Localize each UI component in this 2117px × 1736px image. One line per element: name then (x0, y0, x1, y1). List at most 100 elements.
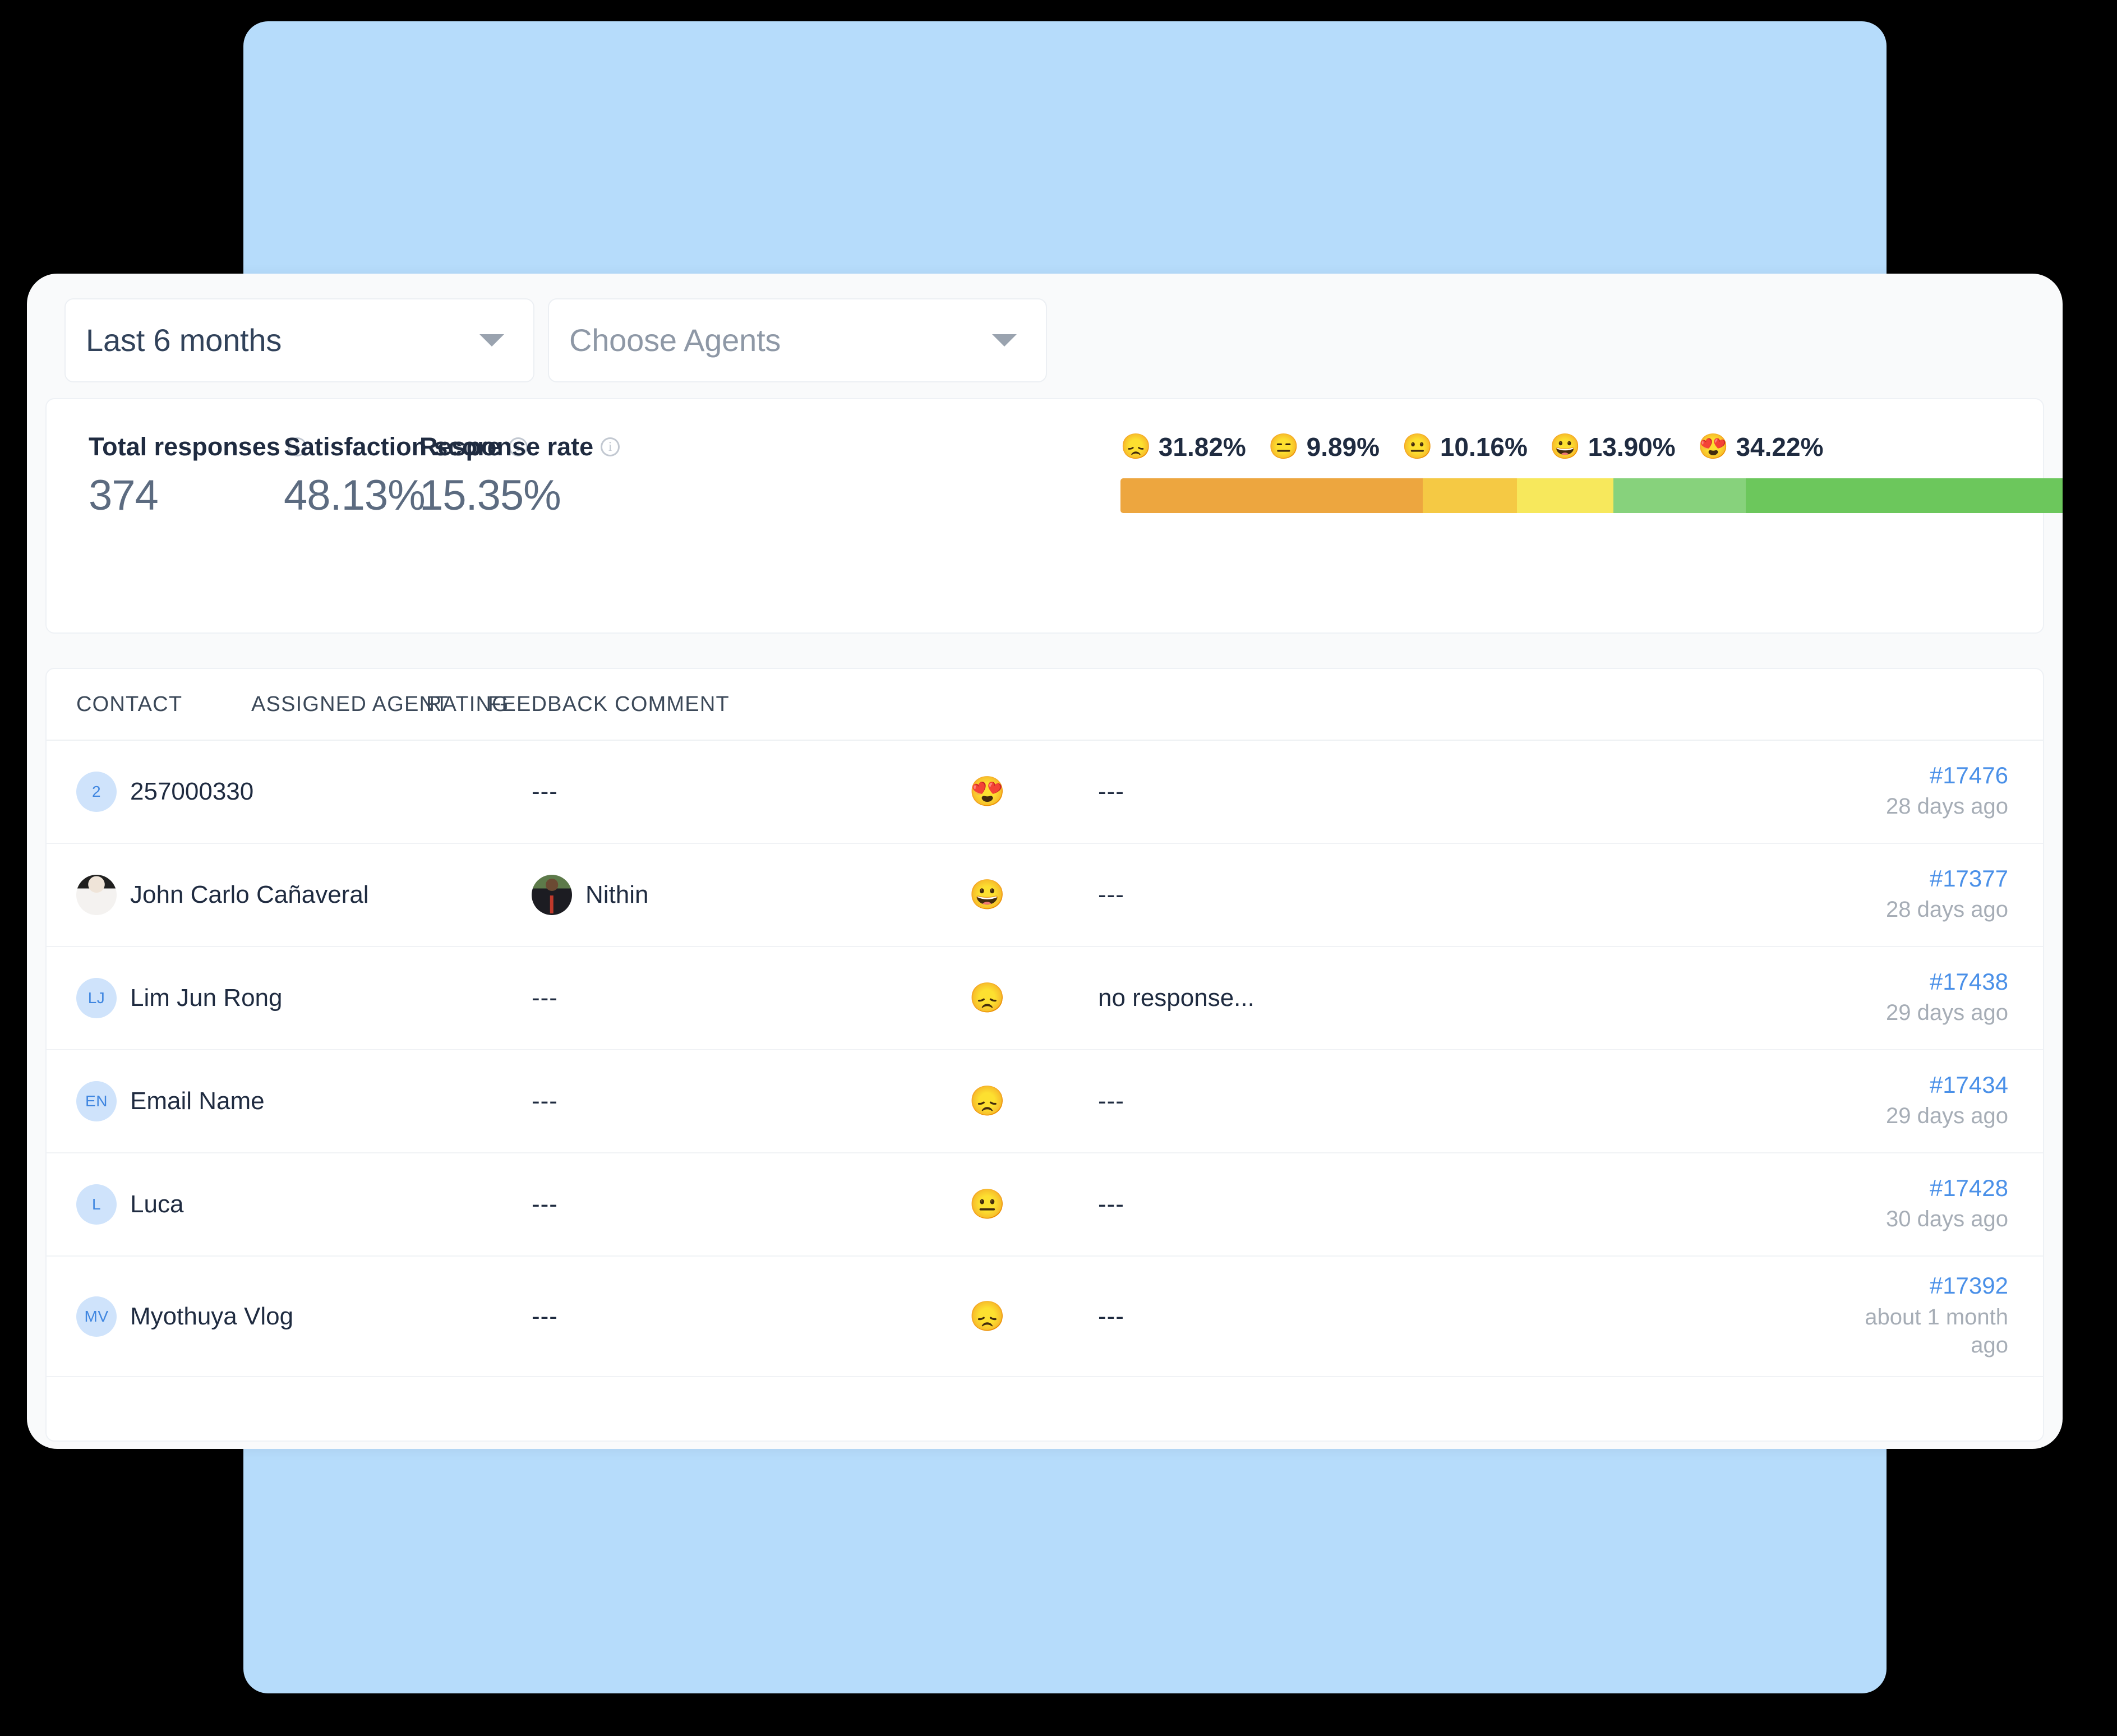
rating-cell: 😞 (969, 1087, 1098, 1116)
ticket-cell: #17377 28 days ago (1858, 866, 2043, 924)
legend-entry-heart-eyes: 😍 34.22% (1698, 434, 1824, 460)
distribution-segment-grinning (1613, 478, 1746, 513)
ticket-link[interactable]: #17476 (1930, 763, 2008, 788)
table-row[interactable]: L Luca --- 😐 --- #17428 30 days ago (47, 1153, 2043, 1257)
disappointed-emoji: 😞 (1120, 433, 1151, 460)
assigned-agent-cell: --- (532, 1087, 969, 1115)
legend-percent: 9.89% (1306, 432, 1380, 461)
chevron-down-icon (479, 334, 504, 347)
feedback-comment-cell: --- (1098, 1303, 1858, 1331)
ticket-link[interactable]: #17428 (1930, 1175, 2008, 1201)
expressionless-emoji: 😑 (1268, 433, 1299, 460)
assigned-agent-cell: Nithin (532, 875, 969, 915)
contact-cell: MV Myothuya Vlog (76, 1296, 532, 1337)
metric-label: Satisfaction score i (284, 434, 528, 459)
ticket-cell: #17476 28 days ago (1858, 763, 2043, 820)
contact-cell: John Carlo Cañaveral (76, 875, 532, 915)
rating-cell: 😐 (969, 1190, 1098, 1219)
ticket-cell: #17428 30 days ago (1858, 1175, 2043, 1233)
feedback-comment-cell: --- (1098, 1087, 1858, 1115)
avatar: 2 (76, 772, 117, 812)
contact-name: Email Name (130, 1087, 265, 1115)
contact-name: Lim Jun Rong (130, 984, 283, 1012)
avatar: EN (76, 1081, 117, 1121)
info-icon[interactable]: i (601, 437, 620, 456)
ticket-link[interactable]: #17434 (1930, 1072, 2008, 1097)
rating-distribution: 😞 31.82% 😑 9.89% 😐 10.16% 😀 13.90% 😍 34.… (1120, 434, 2063, 513)
date-range-select[interactable]: Last 6 months (64, 298, 534, 382)
ticket-timestamp: 28 days ago (1886, 897, 2008, 922)
agent-avatar (532, 875, 572, 915)
distribution-segment-expressionless (1423, 478, 1518, 513)
comment-empty: --- (1098, 1087, 1124, 1115)
rating-distribution-legend: 😞 31.82% 😑 9.89% 😐 10.16% 😀 13.90% 😍 34.… (1120, 434, 2007, 460)
ticket-link[interactable]: #17392 (1930, 1273, 2008, 1298)
disappointed-emoji: 😞 (969, 982, 1006, 1014)
grinning-emoji: 😀 (1549, 433, 1581, 460)
ticket-link[interactable]: #17377 (1930, 866, 2008, 891)
table-header-row: CONTACT ASSIGNED AGENT RATING FEEDBACK C… (47, 669, 2043, 741)
rating-cell: 😍 (969, 777, 1098, 806)
avatar: MV (76, 1296, 117, 1337)
neutral-emoji: 😐 (1402, 433, 1433, 460)
metric-response-rate: Response rate i 15.35% (419, 434, 620, 519)
table-row[interactable]: John Carlo Cañaveral Nithin 😀 --- #17377 28 d… (47, 844, 2043, 947)
metric-value: 48.13% (284, 472, 426, 519)
legend-entry-disappointed: 😞 31.82% (1120, 434, 1246, 460)
agent-empty: --- (532, 1190, 558, 1218)
feedback-comment-cell: no response... (1098, 984, 1858, 1012)
table-row[interactable]: 2 257000330 --- 😍 --- #17476 28 days ago (47, 741, 2043, 844)
legend-entry-neutral: 😐 10.16% (1402, 434, 1528, 460)
legend-percent: 34.22% (1736, 432, 1824, 461)
contact-cell: L Luca (76, 1184, 532, 1225)
contact-name: Luca (130, 1190, 184, 1218)
ticket-timestamp: 29 days ago (1886, 1104, 2008, 1129)
legend-entry-expressionless: 😑 9.89% (1269, 434, 1380, 460)
comment-empty: --- (1098, 1302, 1124, 1330)
contact-name: John Carlo Cañaveral (130, 881, 369, 908)
comment-empty: --- (1098, 1190, 1124, 1218)
agent-empty: --- (532, 778, 558, 805)
feedback-comment-cell: --- (1098, 778, 1858, 806)
app-card: Last 6 months Choose Agents Total respon… (27, 274, 2063, 1449)
rating-cell: 😞 (969, 984, 1098, 1013)
table-row[interactable]: MV Myothuya Vlog --- 😞 --- #17392 about 1 mont… (47, 1257, 2043, 1377)
avatar: L (76, 1184, 117, 1225)
agent-empty: --- (532, 984, 558, 1012)
distribution-segment-neutral (1517, 478, 1614, 513)
ticket-link[interactable]: #17438 (1930, 969, 2008, 994)
column-header-feedback-comment: FEEDBACK COMMENT (488, 692, 730, 716)
metric-value: 15.35% (419, 472, 561, 519)
table-row[interactable]: LJ Lim Jun Rong --- 😞 no response... #17438 29… (47, 947, 2043, 1050)
legend-percent: 10.16% (1440, 432, 1528, 461)
metric-total-responses: Total responses i 374 (89, 434, 307, 519)
ticket-timestamp: 28 days ago (1886, 794, 2008, 819)
agents-placeholder: Choose Agents (569, 322, 781, 358)
metric-label: Total responses i (89, 434, 307, 459)
assigned-agent-cell: --- (532, 778, 969, 806)
contact-name: Myothuya Vlog (130, 1302, 294, 1330)
metric-label: Response rate i (419, 434, 620, 459)
column-header-contact: CONTACT (76, 692, 183, 716)
heart-eyes-emoji: 😍 (969, 775, 1006, 808)
table-row[interactable]: EN Email Name --- 😞 --- #17434 29 days ago (47, 1050, 2043, 1153)
filter-bar: Last 6 months Choose Agents (27, 274, 2063, 382)
rating-cell: 😀 (969, 880, 1098, 909)
distribution-segment-heart-eyes (1745, 478, 2063, 513)
contact-cell: EN Email Name (76, 1081, 532, 1121)
disappointed-emoji: 😞 (969, 1300, 1006, 1333)
ticket-timestamp: 29 days ago (1886, 1000, 2008, 1026)
contact-name: 257000330 (130, 778, 254, 805)
ticket-cell: #17438 29 days ago (1858, 969, 2043, 1027)
agents-select[interactable]: Choose Agents (548, 298, 1047, 382)
screenshot-stage: Last 6 months Choose Agents Total respon… (0, 0, 2117, 1736)
assigned-agent-cell: --- (532, 984, 969, 1012)
grinning-emoji: 😀 (969, 879, 1006, 911)
avatar (76, 875, 117, 915)
ticket-cell: #17392 about 1 month ago (1858, 1273, 2043, 1359)
distribution-segment-disappointed (1120, 478, 1423, 513)
metric-value: 374 (89, 472, 159, 519)
agent-empty: --- (532, 1302, 558, 1330)
comment-empty: --- (1098, 881, 1124, 908)
rating-cell: 😞 (969, 1302, 1098, 1331)
